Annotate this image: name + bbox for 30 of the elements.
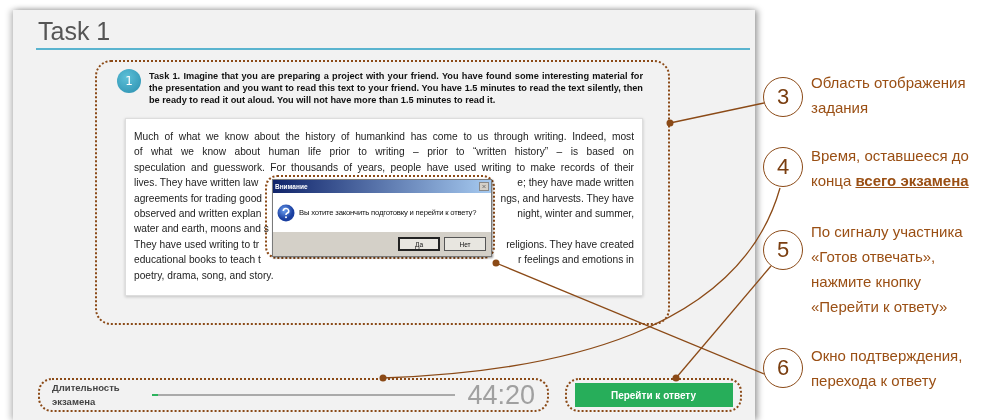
callout-number: 6 bbox=[763, 348, 803, 388]
passage-fragment: They have used writing to tr bbox=[134, 237, 260, 252]
passage-fragment: agreements for trading good bbox=[134, 191, 262, 206]
timer: 44:20 bbox=[467, 379, 535, 411]
passage-line: Much of what we know about the history of humankind has come to us through writing. Indeed, most bbox=[134, 130, 634, 144]
passage-fragment: e; they have made written bbox=[517, 176, 634, 191]
callout-text: Время, оставшееся до конца всего экзамена bbox=[811, 146, 970, 191]
passage-fragment: r feelings and emotions in bbox=[517, 253, 634, 268]
task-number-badge: 1 bbox=[117, 69, 141, 93]
callout-text: По сигналу участника «Готов отвечать», нажмите кнопку «Перейти к ответу» bbox=[811, 222, 964, 317]
passage-line: of what we know about human life prior to writing – prior to “written history” – is based on bbox=[134, 145, 634, 160]
passage-fragment: night, winter and summer, bbox=[517, 206, 634, 221]
passage-fragment: religions. They have created bbox=[506, 237, 634, 252]
passage-fragment: ngs, and harvests. They have bbox=[500, 191, 634, 206]
callout-number: 3 bbox=[763, 77, 803, 117]
passage-fragment: lives. They have written law bbox=[134, 176, 259, 191]
question-icon bbox=[277, 203, 295, 222]
close-icon[interactable] bbox=[479, 182, 489, 191]
callout-number: 5 bbox=[763, 230, 803, 270]
callout-number: 4 bbox=[763, 147, 803, 187]
passage-line: poetry, drama, song, and story. bbox=[134, 268, 275, 283]
task-title: Task 1 bbox=[38, 16, 111, 46]
passage-fragment: educational books to teach t bbox=[134, 253, 261, 268]
passage-line: speculation and guesswork. For thousands of years, people have used writing to make records of their bbox=[134, 160, 634, 175]
callout-text: Область отображения задания bbox=[811, 73, 967, 118]
duration-label: Длительность экзамена bbox=[52, 381, 121, 409]
callout-text: Окно подтверждения, перехода к ответу bbox=[811, 346, 964, 391]
passage-fragment: water and earth, moons and s bbox=[134, 222, 269, 237]
passage-fragment: observed and written explan bbox=[134, 206, 262, 221]
task-instruction: Task 1. Imagine that you are preparing a project with your friend. You have found some interesting material for the presentation and you want to read this text to your friend. You have 1.5 minutes to read the text silently, then be ready to read it out aloud. You will not have more than 1.5 minutes to read it. bbox=[149, 70, 643, 106]
